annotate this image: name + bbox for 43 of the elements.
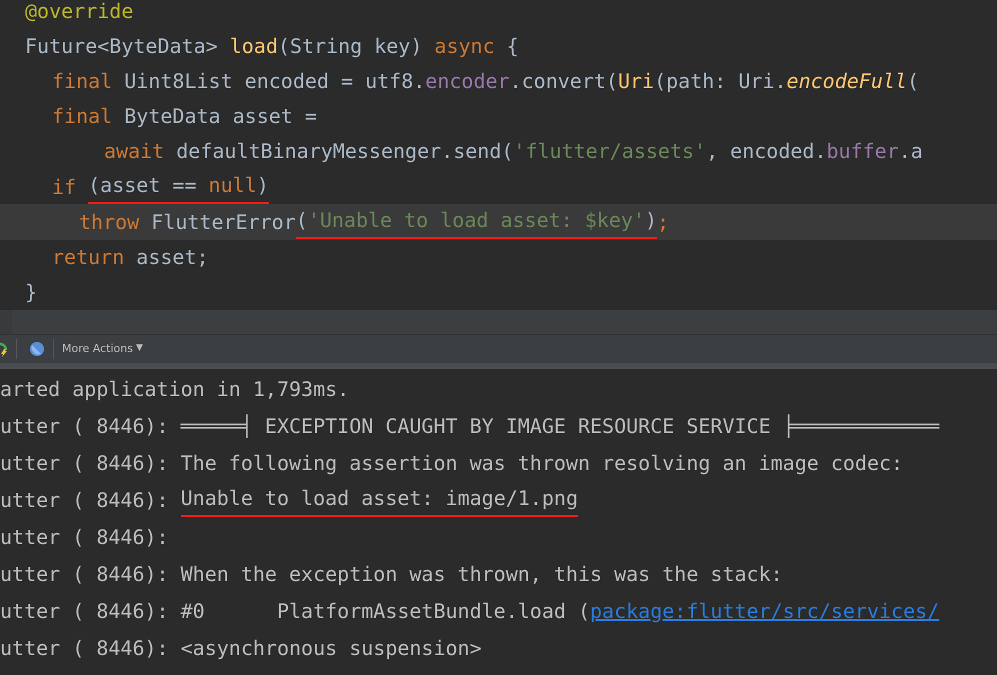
code-token: Future<ByteData> xyxy=(25,32,219,60)
circle-icon[interactable] xyxy=(29,341,45,357)
code-token: throw xyxy=(79,208,140,236)
code-token: Uri xyxy=(618,68,654,96)
code-token: @override xyxy=(25,0,134,25)
console-text: utter ( 8446): xyxy=(0,486,170,514)
code-token: final xyxy=(52,103,112,130)
code-token: } xyxy=(25,279,38,306)
code-token: , encoded. xyxy=(706,138,826,166)
code-token: async xyxy=(434,32,495,60)
code-token: (String key) xyxy=(278,32,424,60)
console-text: utter ( 8446): xyxy=(0,524,169,550)
code-token: await xyxy=(104,138,164,166)
console-text: utter ( 8446): #0 PlatformAssetBundle.load ( xyxy=(0,598,590,624)
code-token: return xyxy=(52,244,124,272)
code-token: if xyxy=(52,174,78,201)
code-token: { xyxy=(506,32,519,60)
code-token: ByteData asset = xyxy=(123,103,317,130)
code-token: FlutterError xyxy=(150,208,296,236)
code-token: final xyxy=(52,68,112,96)
caret-icon: ▼ xyxy=(136,342,143,356)
code-token: encodeFull xyxy=(786,68,907,96)
console-text: utter ( 8446): When the exception was thrown, this was the stack: xyxy=(0,560,783,588)
more-actions-button[interactable]: More Actions ▼ xyxy=(62,340,143,358)
code-token: (path: Uri. xyxy=(654,68,787,96)
code-token: asset; xyxy=(135,244,209,272)
hot-reload-icon[interactable] xyxy=(0,341,8,357)
code-token: buffer xyxy=(826,138,899,166)
code-token: defaultBinaryMessenger.send( xyxy=(175,138,514,166)
code-token: .convert( xyxy=(510,68,618,96)
code-token: encoder xyxy=(425,68,510,96)
console-text: utter ( 8446): <asynchronous suspension> xyxy=(0,634,482,662)
code-token: ( xyxy=(906,68,920,96)
console-text: Unable to load asset: image/1.png xyxy=(180,482,578,516)
code-token: ; xyxy=(657,208,670,236)
source-link[interactable]: package:flutter/src/services/ xyxy=(590,596,940,626)
console-text: utter ( 8446): The following assertion was thrown resolving an image codec: xyxy=(0,450,904,476)
console-text: utter ( 8446): ═════╡ EXCEPTION CAUGHT BY IMAGE RESOURCE SERVICE ╞════════════ xyxy=(0,412,940,440)
console-text: arted application in 1,793ms. xyxy=(0,376,350,402)
code-token: Uint8List encoded = utf8. xyxy=(123,68,426,96)
code-token: 'flutter/assets' xyxy=(513,138,706,166)
code-token: .a xyxy=(898,138,923,166)
code-token: load xyxy=(230,32,278,60)
